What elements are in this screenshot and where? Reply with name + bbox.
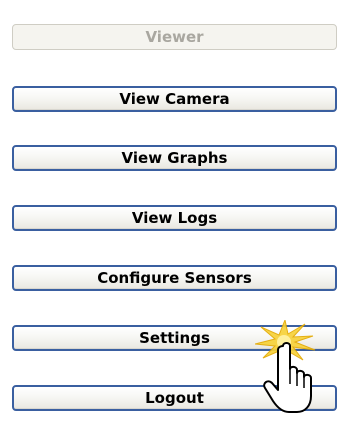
configure-sensors-button[interactable]: Configure Sensors [12, 265, 337, 291]
navigation-menu: Viewer View Camera View Graphs View Logs… [0, 0, 340, 421]
view-logs-button[interactable]: View Logs [12, 205, 337, 231]
view-graphs-button[interactable]: View Graphs [12, 145, 337, 171]
viewer-button: Viewer [12, 24, 337, 50]
view-camera-button[interactable]: View Camera [12, 86, 337, 112]
hand-pointer-icon [255, 320, 316, 413]
